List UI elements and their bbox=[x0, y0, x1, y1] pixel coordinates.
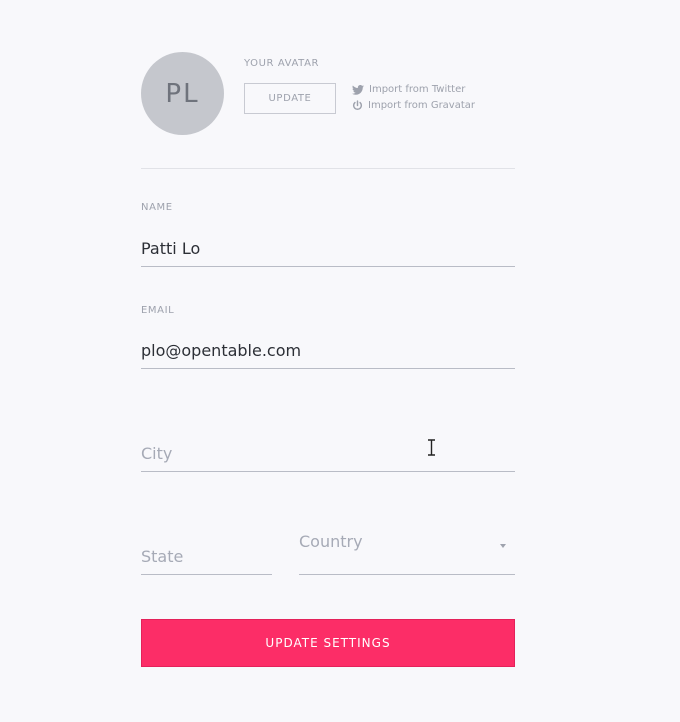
country-select[interactable]: Country bbox=[299, 527, 515, 575]
import-gravatar-link[interactable]: Import from Gravatar bbox=[352, 100, 475, 111]
update-avatar-button[interactable]: UPDATE bbox=[244, 83, 336, 114]
twitter-icon bbox=[352, 84, 364, 95]
avatar-label: YOUR AVATAR bbox=[244, 58, 320, 69]
name-label: NAME bbox=[141, 202, 173, 213]
avatar-initials: PL bbox=[165, 78, 200, 109]
city-input[interactable] bbox=[141, 436, 515, 472]
import-twitter-link[interactable]: Import from Twitter bbox=[352, 84, 465, 95]
gravatar-icon bbox=[352, 100, 363, 111]
country-select-value: Country bbox=[299, 532, 363, 551]
text-cursor-icon bbox=[428, 439, 435, 456]
email-label: EMAIL bbox=[141, 305, 175, 316]
update-settings-button[interactable]: UPDATE SETTINGS bbox=[141, 619, 515, 667]
import-gravatar-label: Import from Gravatar bbox=[368, 100, 476, 111]
section-divider bbox=[141, 168, 515, 169]
email-input[interactable] bbox=[141, 333, 515, 369]
import-twitter-label: Import from Twitter bbox=[369, 84, 466, 95]
chevron-down-icon bbox=[500, 544, 506, 548]
state-input[interactable] bbox=[141, 539, 272, 575]
avatar: PL bbox=[141, 52, 224, 135]
name-input[interactable] bbox=[141, 231, 515, 267]
settings-form: PL YOUR AVATAR UPDATE Import from Twitte… bbox=[141, 0, 515, 722]
